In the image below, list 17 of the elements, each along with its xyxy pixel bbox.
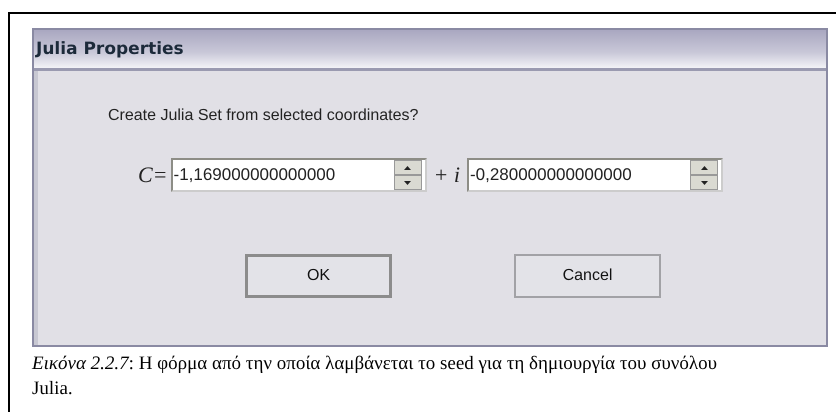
equation-operator: + i bbox=[434, 162, 460, 188]
spin-up-button[interactable] bbox=[394, 160, 422, 175]
down-arrow-icon bbox=[700, 180, 708, 184]
spin-down-button[interactable] bbox=[690, 175, 718, 190]
figure-caption: Εικόνα 2.2.7: Η φόρμα από την οποία λαμβάνεται το seed για τη δημιουργία του συνόλου Julia. bbox=[32, 352, 718, 401]
number-spinbox[interactable]: -1,169000000000000 bbox=[170, 158, 427, 192]
equation-label: C= bbox=[138, 162, 168, 188]
up-arrow-icon bbox=[404, 166, 412, 170]
up-arrow-icon bbox=[700, 166, 708, 170]
down-arrow-icon bbox=[404, 180, 412, 184]
prompt-text: Create Julia Set from selected coordinates? bbox=[108, 107, 420, 125]
ok-button[interactable]: OK bbox=[245, 254, 392, 298]
spin-down-button[interactable] bbox=[394, 175, 422, 190]
cancel-button[interactable]: Cancel bbox=[514, 254, 661, 298]
window-title: Julia Properties bbox=[36, 39, 184, 59]
spin-up-button[interactable] bbox=[690, 160, 718, 175]
number-spinbox[interactable]: -0,280000000000000 bbox=[467, 158, 723, 192]
